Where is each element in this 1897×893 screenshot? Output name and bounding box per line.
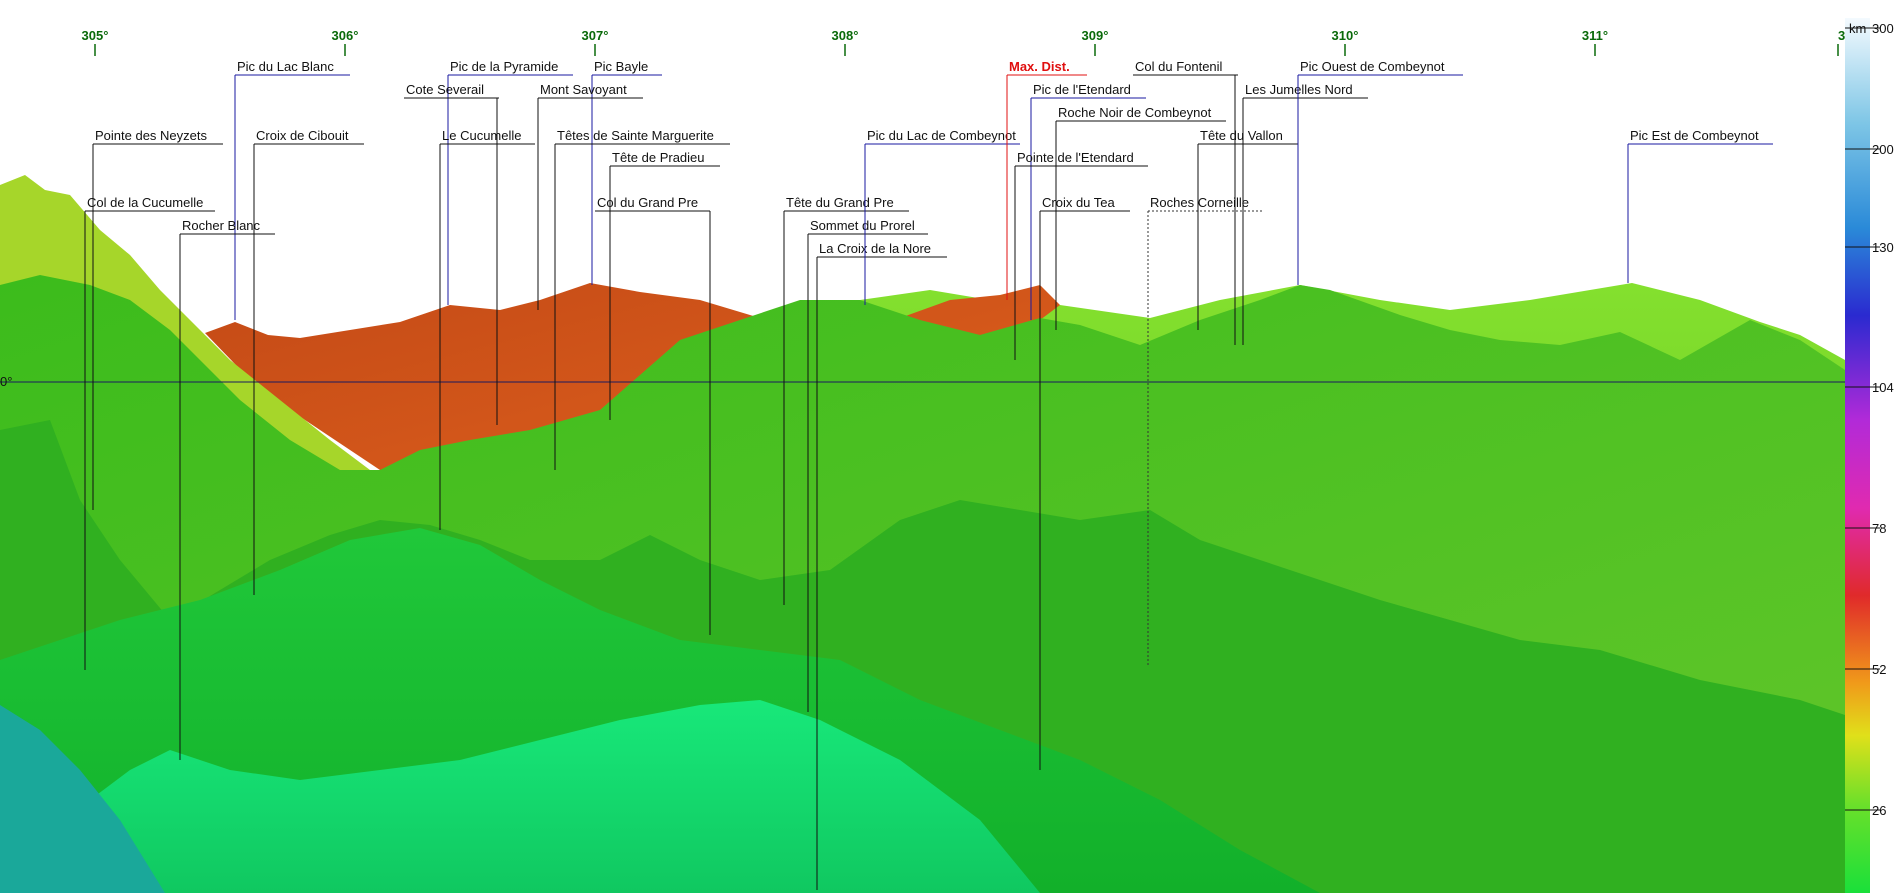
peak-label: Col du Fontenil (1135, 59, 1223, 74)
peak-label: Cote Severail (406, 82, 484, 97)
peak-label: Croix du Tea (1042, 195, 1116, 210)
scale-tick-label: 78 (1872, 521, 1886, 536)
azimuth-label: 305° (82, 28, 109, 43)
distance-scale: km 300200130104785226 (1845, 18, 1894, 893)
peak-label: Max. Dist. (1009, 59, 1070, 74)
peak-label: Pic du Lac de Combeynot (867, 128, 1016, 143)
elevation-marker: 0° (0, 374, 12, 389)
peak-label: Tête de Pradieu (612, 150, 705, 165)
peak-label: La Croix de la Nore (819, 241, 931, 256)
panorama-view[interactable]: 0° 305°306°307°308°309°310°311°31 Pic du… (0, 0, 1897, 893)
peak-label: Roches Corneille (1150, 195, 1249, 210)
peak-label: Pic Ouest de Combeynot (1300, 59, 1445, 74)
peak-label: Têtes de Sainte Marguerite (557, 128, 714, 143)
peak-label: Tête du Vallon (1200, 128, 1283, 143)
peak-label: Les Jumelles Nord (1245, 82, 1353, 97)
scale-tick-label: 300 (1872, 21, 1894, 36)
peak-label: Croix de Cibouit (256, 128, 349, 143)
azimuth-label: 309° (1082, 28, 1109, 43)
peak-label: Rocher Blanc (182, 218, 261, 233)
azimuth-label: 306° (332, 28, 359, 43)
peak-marker: Pic du Lac de Combeynot (864, 128, 1020, 305)
scale-tick-label: 52 (1872, 662, 1886, 677)
azimuth-axis: 305°306°307°308°309°310°311°31 (82, 28, 1852, 56)
peak-label: Mont Savoyant (540, 82, 627, 97)
peak-label: Le Cucumelle (442, 128, 522, 143)
scale-tick-label: 26 (1872, 803, 1886, 818)
azimuth-label: 311° (1582, 28, 1608, 43)
peak-marker: Pic Est de Combeynot (1627, 128, 1773, 283)
peak-label: Pic du Lac Blanc (237, 59, 334, 74)
scale-tick-label: 200 (1872, 142, 1894, 157)
terrain-layers (0, 175, 1845, 893)
azimuth-label: 307° (582, 28, 609, 43)
peak-label: Pic de la Pyramide (450, 59, 558, 74)
peak-label: Col du Grand Pre (597, 195, 698, 210)
terrain-panorama[interactable]: 0° 305°306°307°308°309°310°311°31 Pic du… (0, 0, 1897, 893)
scale-tick-label: 104 (1872, 380, 1894, 395)
peak-label: Pic Bayle (594, 59, 648, 74)
peak-label: Tête du Grand Pre (786, 195, 894, 210)
peak-marker: Pic du Lac Blanc (234, 59, 350, 320)
peak-label: Pointe de l'Etendard (1017, 150, 1134, 165)
azimuth-label: 310° (1332, 28, 1359, 43)
scale-tick-label: 130 (1872, 240, 1894, 255)
peak-label: Roche Noir de Combeynot (1058, 105, 1212, 120)
peak-label: Col de la Cucumelle (87, 195, 203, 210)
peak-label: Sommet du Prorel (810, 218, 915, 233)
azimuth-label: 308° (832, 28, 859, 43)
peak-label: Pointe des Neyzets (95, 128, 208, 143)
peak-label: Pic de l'Etendard (1033, 82, 1131, 97)
peak-label: Pic Est de Combeynot (1630, 128, 1759, 143)
